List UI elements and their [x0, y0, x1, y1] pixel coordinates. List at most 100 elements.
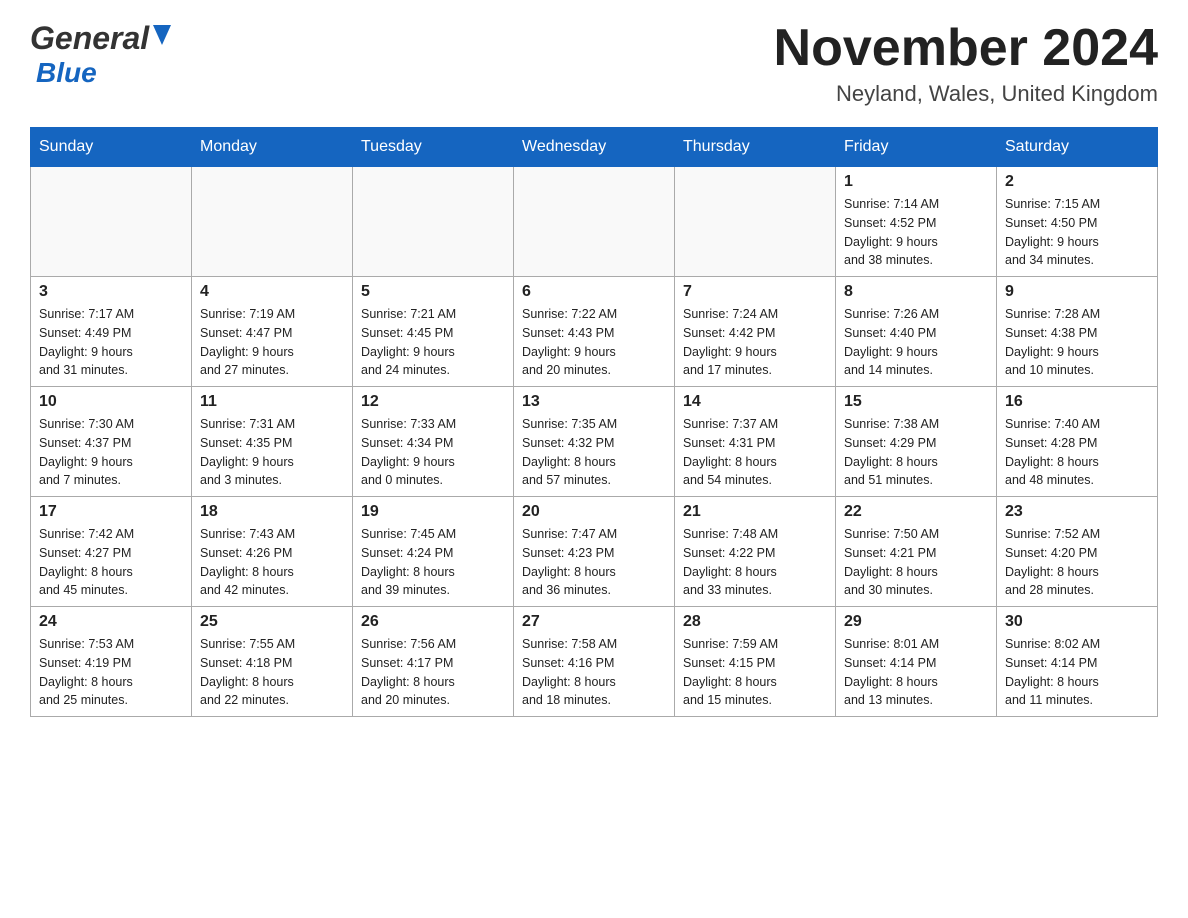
day-info: Sunrise: 7:45 AM Sunset: 4:24 PM Dayligh…	[361, 525, 505, 600]
day-number: 27	[522, 613, 666, 631]
day-number: 13	[522, 393, 666, 411]
day-info: Sunrise: 7:31 AM Sunset: 4:35 PM Dayligh…	[200, 415, 344, 490]
page-header: General Blue November 2024 Neyland, Wale…	[30, 20, 1158, 107]
title-area: November 2024 Neyland, Wales, United Kin…	[774, 20, 1158, 107]
day-info: Sunrise: 7:48 AM Sunset: 4:22 PM Dayligh…	[683, 525, 827, 600]
calendar-cell: 22 Sunrise: 7:50 AM Sunset: 4:21 PM Dayli…	[836, 497, 997, 607]
month-title: November 2024	[774, 20, 1158, 77]
calendar-cell	[353, 167, 514, 277]
day-info: Sunrise: 7:14 AM Sunset: 4:52 PM Dayligh…	[844, 195, 988, 270]
day-info: Sunrise: 7:55 AM Sunset: 4:18 PM Dayligh…	[200, 635, 344, 710]
day-info: Sunrise: 7:56 AM Sunset: 4:17 PM Dayligh…	[361, 635, 505, 710]
day-number: 22	[844, 503, 988, 521]
weekday-header-friday: Friday	[836, 128, 997, 167]
calendar-week-row: 24 Sunrise: 7:53 AM Sunset: 4:19 PM Dayli…	[31, 607, 1158, 717]
day-number: 8	[844, 283, 988, 301]
day-number: 26	[361, 613, 505, 631]
day-info: Sunrise: 7:33 AM Sunset: 4:34 PM Dayligh…	[361, 415, 505, 490]
calendar-cell: 8 Sunrise: 7:26 AM Sunset: 4:40 PM Daylig…	[836, 277, 997, 387]
day-info: Sunrise: 7:30 AM Sunset: 4:37 PM Dayligh…	[39, 415, 183, 490]
day-number: 9	[1005, 283, 1149, 301]
calendar-cell: 19Sunrise: 7:45 AM Sunset: 4:24 PM Dayli…	[353, 497, 514, 607]
day-number: 28	[683, 613, 827, 631]
logo-blue-text: Blue	[36, 57, 97, 88]
day-number: 30	[1005, 613, 1149, 631]
day-number: 23	[1005, 503, 1149, 521]
day-info: Sunrise: 7:26 AM Sunset: 4:40 PM Dayligh…	[844, 305, 988, 380]
day-number: 17	[39, 503, 183, 521]
day-info: Sunrise: 7:42 AM Sunset: 4:27 PM Dayligh…	[39, 525, 183, 600]
logo-general-text: General	[30, 20, 149, 57]
day-number: 5	[361, 283, 505, 301]
calendar-cell	[514, 167, 675, 277]
calendar-cell: 11 Sunrise: 7:31 AM Sunset: 4:35 PM Dayli…	[192, 387, 353, 497]
day-info: Sunrise: 7:17 AM Sunset: 4:49 PM Dayligh…	[39, 305, 183, 380]
calendar-cell: 2Sunrise: 7:15 AM Sunset: 4:50 PM Daylig…	[997, 167, 1158, 277]
calendar-cell: 20 Sunrise: 7:47 AM Sunset: 4:23 PM Dayli…	[514, 497, 675, 607]
weekday-header-monday: Monday	[192, 128, 353, 167]
calendar-cell: 29 Sunrise: 8:01 AM Sunset: 4:14 PM Dayli…	[836, 607, 997, 717]
day-info: Sunrise: 7:35 AM Sunset: 4:32 PM Dayligh…	[522, 415, 666, 490]
day-number: 7	[683, 283, 827, 301]
day-number: 29	[844, 613, 988, 631]
day-info: Sunrise: 7:28 AM Sunset: 4:38 PM Dayligh…	[1005, 305, 1149, 380]
day-info: Sunrise: 7:53 AM Sunset: 4:19 PM Dayligh…	[39, 635, 183, 710]
calendar-cell	[192, 167, 353, 277]
day-info: Sunrise: 7:47 AM Sunset: 4:23 PM Dayligh…	[522, 525, 666, 600]
calendar-cell: 28 Sunrise: 7:59 AM Sunset: 4:15 PM Dayli…	[675, 607, 836, 717]
day-number: 24	[39, 613, 183, 631]
calendar-cell: 18 Sunrise: 7:43 AM Sunset: 4:26 PM Dayli…	[192, 497, 353, 607]
calendar-cell: 7 Sunrise: 7:24 AM Sunset: 4:42 PM Daylig…	[675, 277, 836, 387]
day-number: 4	[200, 283, 344, 301]
logo: General Blue	[30, 20, 171, 89]
weekday-header-tuesday: Tuesday	[353, 128, 514, 167]
day-number: 1	[844, 173, 988, 191]
calendar-cell: 26 Sunrise: 7:56 AM Sunset: 4:17 PM Dayli…	[353, 607, 514, 717]
calendar-cell: 27Sunrise: 7:58 AM Sunset: 4:16 PM Dayli…	[514, 607, 675, 717]
day-number: 14	[683, 393, 827, 411]
day-info: Sunrise: 7:40 AM Sunset: 4:28 PM Dayligh…	[1005, 415, 1149, 490]
calendar-cell	[31, 167, 192, 277]
calendar-cell: 3Sunrise: 7:17 AM Sunset: 4:49 PM Daylig…	[31, 277, 192, 387]
calendar-cell: 23 Sunrise: 7:52 AM Sunset: 4:20 PM Dayli…	[997, 497, 1158, 607]
calendar-cell: 21Sunrise: 7:48 AM Sunset: 4:22 PM Dayli…	[675, 497, 836, 607]
calendar-week-row: 17 Sunrise: 7:42 AM Sunset: 4:27 PM Dayli…	[31, 497, 1158, 607]
day-info: Sunrise: 7:59 AM Sunset: 4:15 PM Dayligh…	[683, 635, 827, 710]
calendar-cell: 25Sunrise: 7:55 AM Sunset: 4:18 PM Dayli…	[192, 607, 353, 717]
day-number: 16	[1005, 393, 1149, 411]
calendar-cell: 4Sunrise: 7:19 AM Sunset: 4:47 PM Daylig…	[192, 277, 353, 387]
calendar-table: SundayMondayTuesdayWednesdayThursdayFrid…	[30, 127, 1158, 717]
calendar-week-row: 1 Sunrise: 7:14 AM Sunset: 4:52 PM Daylig…	[31, 167, 1158, 277]
day-number: 2	[1005, 173, 1149, 191]
day-info: Sunrise: 7:21 AM Sunset: 4:45 PM Dayligh…	[361, 305, 505, 380]
day-info: Sunrise: 7:52 AM Sunset: 4:20 PM Dayligh…	[1005, 525, 1149, 600]
calendar-cell: 14 Sunrise: 7:37 AM Sunset: 4:31 PM Dayli…	[675, 387, 836, 497]
day-number: 12	[361, 393, 505, 411]
calendar-week-row: 3Sunrise: 7:17 AM Sunset: 4:49 PM Daylig…	[31, 277, 1158, 387]
day-number: 18	[200, 503, 344, 521]
day-number: 15	[844, 393, 988, 411]
weekday-header-saturday: Saturday	[997, 128, 1158, 167]
calendar-cell: 5 Sunrise: 7:21 AM Sunset: 4:45 PM Daylig…	[353, 277, 514, 387]
calendar-cell: 9 Sunrise: 7:28 AM Sunset: 4:38 PM Daylig…	[997, 277, 1158, 387]
calendar-cell: 15Sunrise: 7:38 AM Sunset: 4:29 PM Dayli…	[836, 387, 997, 497]
day-number: 20	[522, 503, 666, 521]
day-info: Sunrise: 7:43 AM Sunset: 4:26 PM Dayligh…	[200, 525, 344, 600]
day-number: 11	[200, 393, 344, 411]
calendar-cell: 17 Sunrise: 7:42 AM Sunset: 4:27 PM Dayli…	[31, 497, 192, 607]
calendar-cell: 1 Sunrise: 7:14 AM Sunset: 4:52 PM Daylig…	[836, 167, 997, 277]
logo-triangle-icon	[153, 25, 171, 50]
location-title: Neyland, Wales, United Kingdom	[774, 81, 1158, 107]
calendar-cell: 6Sunrise: 7:22 AM Sunset: 4:43 PM Daylig…	[514, 277, 675, 387]
day-info: Sunrise: 8:01 AM Sunset: 4:14 PM Dayligh…	[844, 635, 988, 710]
day-info: Sunrise: 7:50 AM Sunset: 4:21 PM Dayligh…	[844, 525, 988, 600]
calendar-cell	[675, 167, 836, 277]
calendar-cell: 10Sunrise: 7:30 AM Sunset: 4:37 PM Dayli…	[31, 387, 192, 497]
day-info: Sunrise: 7:37 AM Sunset: 4:31 PM Dayligh…	[683, 415, 827, 490]
day-info: Sunrise: 8:02 AM Sunset: 4:14 PM Dayligh…	[1005, 635, 1149, 710]
day-info: Sunrise: 7:22 AM Sunset: 4:43 PM Dayligh…	[522, 305, 666, 380]
weekday-header-thursday: Thursday	[675, 128, 836, 167]
day-info: Sunrise: 7:24 AM Sunset: 4:42 PM Dayligh…	[683, 305, 827, 380]
calendar-cell: 30 Sunrise: 8:02 AM Sunset: 4:14 PM Dayli…	[997, 607, 1158, 717]
weekday-header-wednesday: Wednesday	[514, 128, 675, 167]
